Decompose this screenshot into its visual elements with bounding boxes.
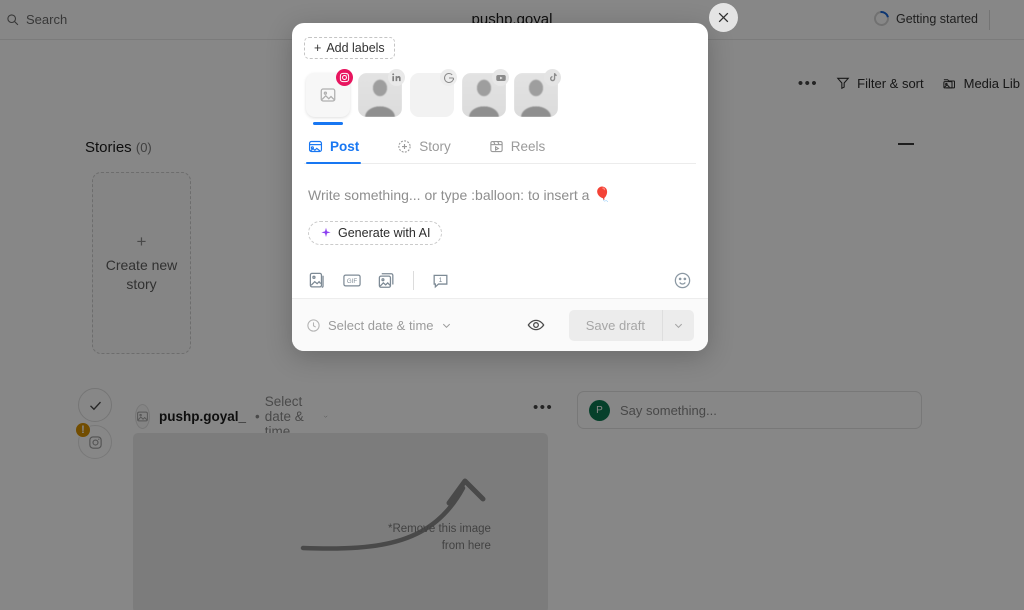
app-root: Search pushp.goyal Getting started ••• F… <box>0 0 1024 610</box>
modal-footer: Select date & time Save draft <box>292 298 708 351</box>
story-icon <box>398 140 411 153</box>
save-draft-button[interactable]: Save draft <box>568 309 662 341</box>
gif-button[interactable]: GIF <box>342 271 362 290</box>
svg-text:GIF: GIF <box>347 278 357 285</box>
tab-story[interactable]: Story <box>397 139 451 163</box>
media-library-button[interactable] <box>377 271 396 290</box>
emoji-picker-button[interactable] <box>673 271 692 290</box>
chevron-down-icon <box>442 323 450 328</box>
media-icon <box>309 272 324 288</box>
sparkle-icon <box>321 227 331 237</box>
account-selected-indicator <box>313 122 343 125</box>
tab-reels[interactable]: Reels <box>489 139 546 163</box>
schedule-date-time-button[interactable]: Select date & time <box>306 318 452 333</box>
account-google[interactable] <box>410 69 457 125</box>
account-tiktok[interactable] <box>514 69 561 125</box>
account-youtube[interactable] <box>462 69 509 125</box>
reels-icon <box>490 140 503 153</box>
comment-icon: 1 <box>433 274 448 289</box>
emoji-icon <box>674 272 691 289</box>
google-badge-icon <box>440 69 457 86</box>
add-labels-label: Add labels <box>326 41 385 55</box>
clock-icon <box>307 318 320 332</box>
post-icon <box>308 140 323 153</box>
comment-count-value: 1 <box>439 277 443 284</box>
account-linkedin[interactable] <box>358 69 405 125</box>
composer-toolbar: GIF 1 <box>308 271 692 296</box>
chevron-down-icon <box>674 323 683 328</box>
account-instagram[interactable] <box>306 69 353 125</box>
tiktok-badge-icon <box>544 69 561 86</box>
balloon-emoji-icon: 🎈 <box>593 186 611 202</box>
youtube-badge-icon <box>492 69 509 86</box>
composer-area[interactable]: Write something... or type :balloon: to … <box>304 164 696 298</box>
instagram-badge-icon <box>336 69 353 86</box>
account-selector <box>304 69 696 125</box>
generate-with-ai-button[interactable]: Generate with AI <box>308 221 443 245</box>
image-placeholder-icon <box>320 88 336 102</box>
generate-with-ai-label: Generate with AI <box>338 226 431 240</box>
schedule-date-time-label: Select date & time <box>328 317 434 333</box>
add-labels-button[interactable]: + Add labels <box>304 37 395 59</box>
save-draft-dropdown-button[interactable] <box>662 309 694 341</box>
toolbar-divider <box>413 271 414 290</box>
tab-reels-label: Reels <box>510 139 546 154</box>
save-draft-group: Save draft <box>568 309 694 341</box>
tab-post[interactable]: Post <box>305 139 362 164</box>
composer-tabs: Post Story Reels <box>304 139 696 164</box>
plus-icon: + <box>314 41 322 55</box>
close-modal-button[interactable] <box>709 3 738 32</box>
gif-icon: GIF <box>343 274 361 287</box>
composer-placeholder: Write something... or type :balloon: to … <box>308 186 590 203</box>
eye-icon <box>527 319 545 331</box>
attach-media-button[interactable] <box>308 271 327 290</box>
comment-count-button[interactable]: 1 <box>431 271 450 290</box>
tab-post-label: Post <box>330 139 360 154</box>
media-folder-icon <box>378 273 394 288</box>
preview-button[interactable] <box>527 316 545 334</box>
post-composer-modal: + Add labels Post Story Reels Write some… <box>292 23 708 351</box>
composer-placeholder-row: Write something... or type :balloon: to … <box>308 186 692 203</box>
linkedin-badge-icon <box>388 69 405 86</box>
close-icon <box>718 12 729 23</box>
modal-body: + Add labels Post Story Reels Write some… <box>292 23 708 298</box>
tab-story-label: Story <box>419 139 451 154</box>
